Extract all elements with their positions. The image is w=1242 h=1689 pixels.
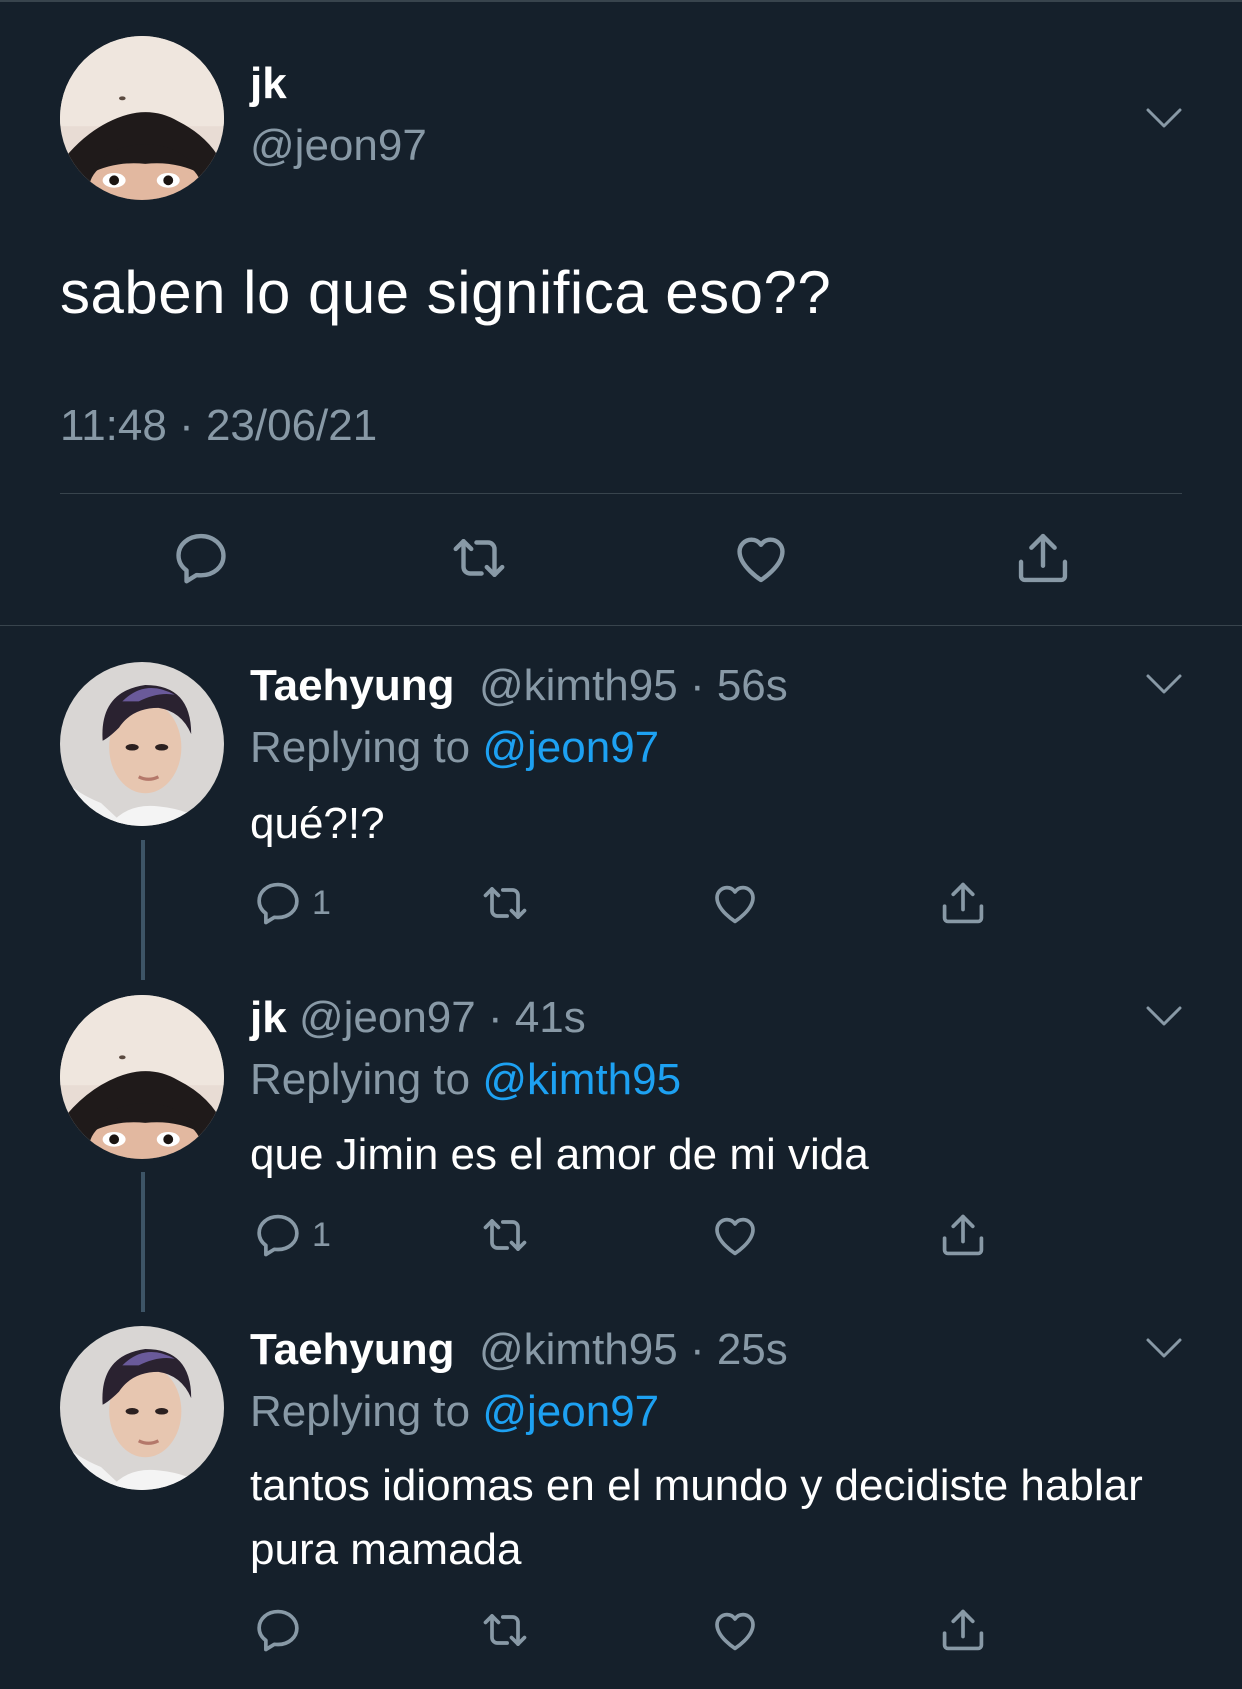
- avatar-jk[interactable]: [60, 36, 224, 200]
- retweet-icon: [479, 1209, 531, 1261]
- replying-to-link[interactable]: @jeon97: [482, 723, 659, 772]
- replying-to-link[interactable]: @jeon97: [482, 1387, 659, 1436]
- retweet-button[interactable]: [479, 877, 531, 929]
- like-icon: [709, 1209, 761, 1261]
- reply-handle-time[interactable]: @kimth95 · 25s: [479, 1325, 788, 1374]
- reply-header: Taehyung @kimth95 · 56s: [250, 664, 788, 708]
- divider: [60, 493, 1182, 494]
- chevron-down-icon[interactable]: [1144, 1004, 1184, 1028]
- reply-header: Taehyung @kimth95 · 25s: [250, 1328, 788, 1372]
- reply-count: 1: [312, 884, 331, 922]
- author-name[interactable]: jk: [250, 62, 287, 106]
- reply-icon: [170, 527, 232, 589]
- retweet-icon: [479, 877, 531, 929]
- like-button[interactable]: [709, 1604, 761, 1656]
- chevron-down-icon[interactable]: [1144, 672, 1184, 696]
- replying-to: Replying to @jeon97: [250, 726, 659, 770]
- share-button[interactable]: [937, 877, 989, 929]
- replying-to-label: Replying to: [250, 1055, 483, 1104]
- reply-button[interactable]: [252, 1604, 312, 1656]
- chevron-down-icon[interactable]: [1144, 106, 1184, 130]
- reply-text: tantos idiomas en el mundo y decidiste h…: [250, 1461, 1143, 1574]
- reply-button[interactable]: 1: [252, 1209, 331, 1261]
- tweet-text: saben lo que significa eso??: [60, 259, 832, 326]
- reply-button[interactable]: [170, 527, 232, 589]
- reply-handle-time[interactable]: @kimth95 · 56s: [479, 661, 788, 710]
- replying-to: Replying to @jeon97: [250, 1390, 659, 1434]
- share-icon: [937, 1604, 989, 1656]
- reply-text: que Jimin es el amor de mi vida: [250, 1130, 869, 1179]
- reply-handle-time[interactable]: @jeon97 · 41s: [299, 993, 586, 1042]
- reply-icon: [252, 1604, 304, 1656]
- tweet-timestamp[interactable]: 11:48 · 23/06/21: [60, 404, 377, 448]
- reply-icon: [252, 877, 304, 929]
- share-icon: [937, 1209, 989, 1261]
- reply-icon: [252, 1209, 304, 1261]
- like-button[interactable]: [709, 877, 761, 929]
- reply-text: qué?!?: [250, 799, 385, 848]
- share-button[interactable]: [937, 1209, 989, 1261]
- retweet-button[interactable]: [479, 1604, 531, 1656]
- like-button[interactable]: [730, 527, 792, 589]
- like-icon: [730, 527, 792, 589]
- avatar-taehyung[interactable]: [60, 662, 224, 826]
- retweet-icon: [479, 1604, 531, 1656]
- replying-to-label: Replying to: [250, 723, 483, 772]
- avatar-taehyung[interactable]: [60, 1326, 224, 1490]
- thread-line: [141, 1172, 145, 1312]
- chevron-down-icon[interactable]: [1144, 1336, 1184, 1360]
- replying-to-label: Replying to: [250, 1387, 483, 1436]
- share-icon: [1012, 527, 1074, 589]
- retweet-icon: [448, 527, 510, 589]
- retweet-button[interactable]: [479, 1209, 531, 1261]
- author-handle[interactable]: @jeon97: [250, 124, 427, 168]
- thread-line: [141, 840, 145, 980]
- like-icon: [709, 877, 761, 929]
- reply-header: jk @jeon97 · 41s: [250, 996, 586, 1040]
- avatar-jk[interactable]: [60, 995, 224, 1159]
- replying-to-link[interactable]: @kimth95: [482, 1055, 681, 1104]
- reply-button[interactable]: 1: [252, 877, 331, 929]
- share-button[interactable]: [937, 1604, 989, 1656]
- reply-author-name[interactable]: jk: [250, 993, 287, 1042]
- share-icon: [937, 877, 989, 929]
- retweet-button[interactable]: [448, 527, 510, 589]
- like-icon: [709, 1604, 761, 1656]
- top-border: [0, 0, 1242, 2]
- reply-author-name[interactable]: Taehyung: [250, 661, 455, 710]
- like-button[interactable]: [709, 1209, 761, 1261]
- divider: [0, 625, 1242, 626]
- reply-author-name[interactable]: Taehyung: [250, 1325, 455, 1374]
- share-button[interactable]: [1012, 527, 1074, 589]
- replying-to: Replying to @kimth95: [250, 1058, 681, 1102]
- reply-count: 1: [312, 1216, 331, 1254]
- tweet-thread-screen: jk @jeon97 saben lo que significa eso?? …: [0, 0, 1242, 1689]
